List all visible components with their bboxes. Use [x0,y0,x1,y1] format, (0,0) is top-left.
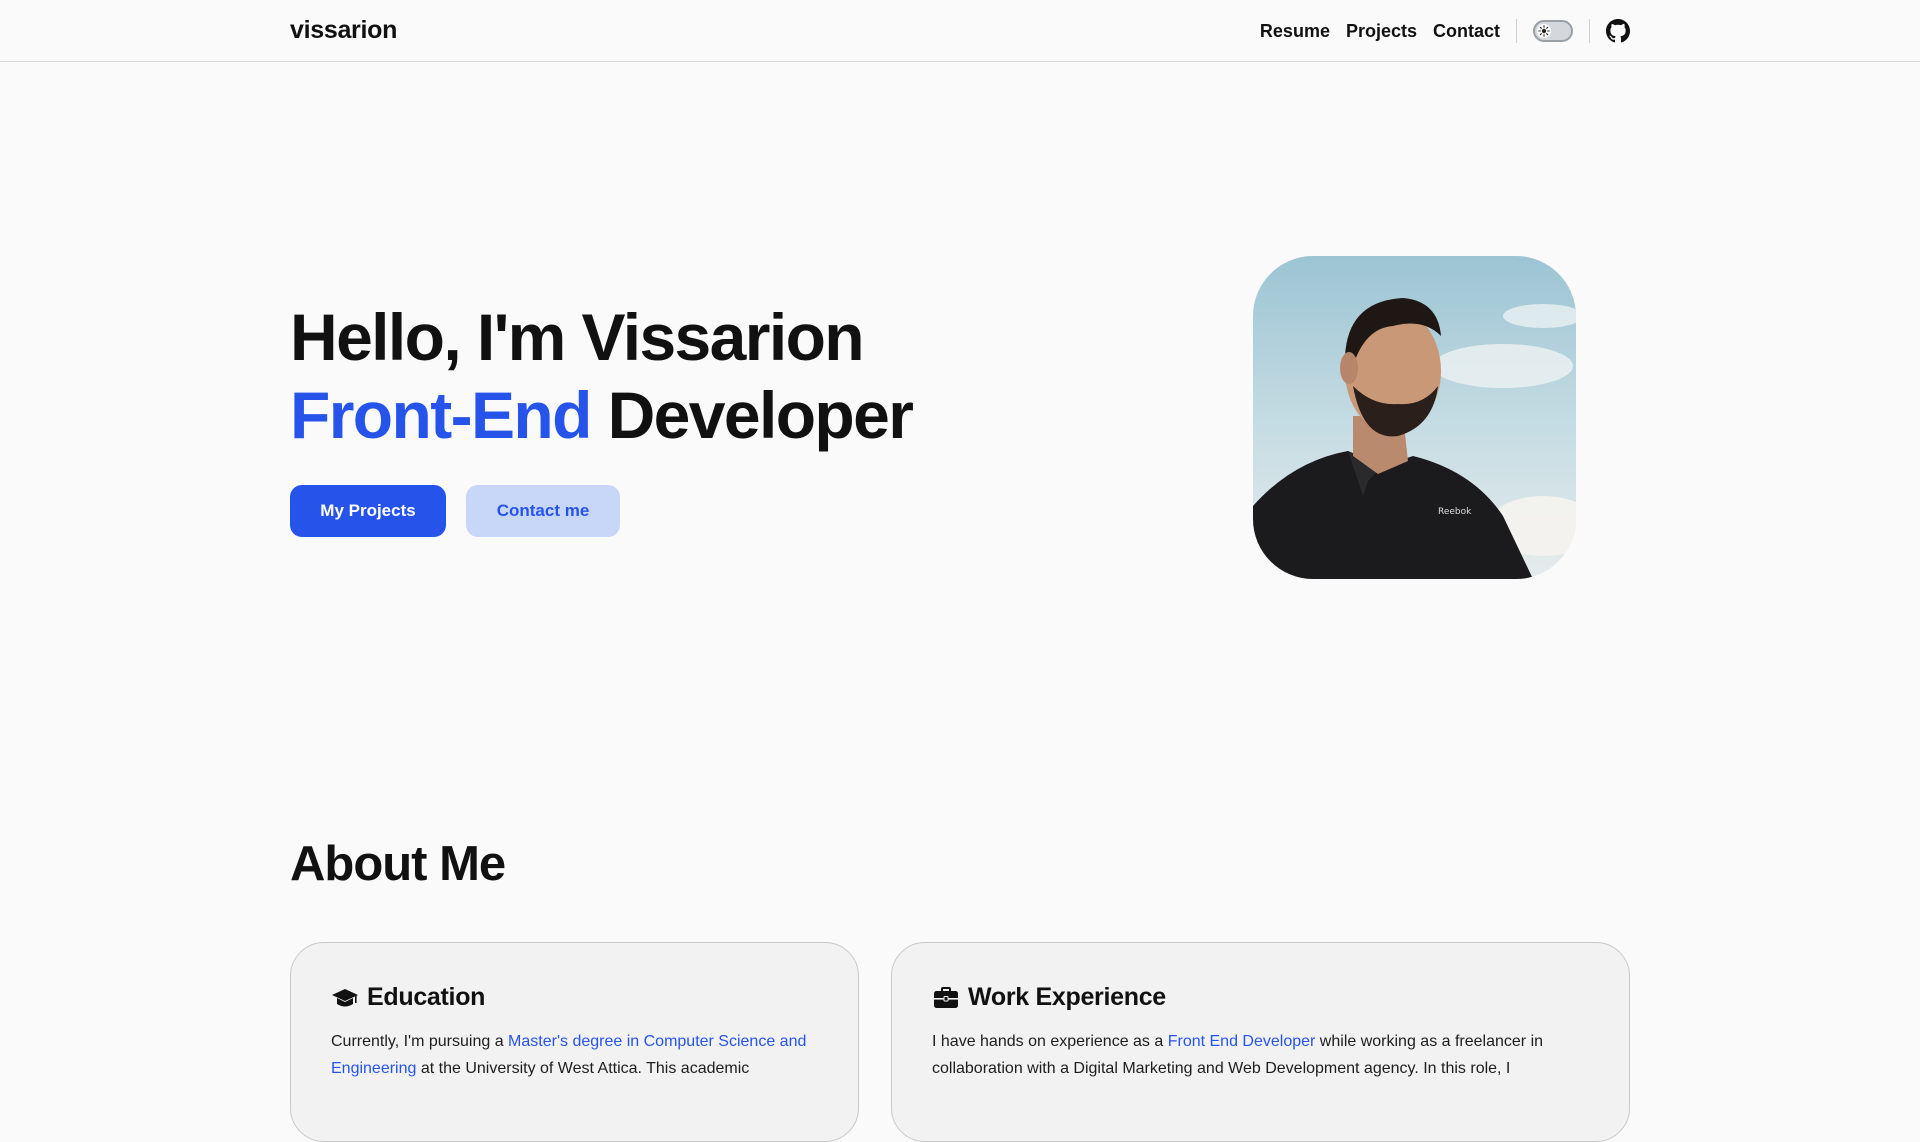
work-text-before: I have hands on experience as a [932,1033,1168,1050]
svg-text:Reebok: Reebok [1438,507,1472,517]
work-title: Work Experience [968,983,1166,1011]
education-card: Education Currently, I'm pursuing a Mast… [290,942,859,1142]
nav-divider [1516,19,1517,43]
brand-logo[interactable]: vissarion [290,16,397,45]
education-text-before: Currently, I'm pursuing a [331,1033,509,1050]
front-end-developer-link[interactable]: Front End Developer [1168,1033,1316,1050]
contact-me-button[interactable]: Contact me [466,485,620,537]
nav-divider [1589,19,1590,43]
briefcase-icon [934,986,958,1008]
site-header: vissarion Resume Projects Contact [0,0,1920,62]
education-title: Education [367,983,486,1011]
nav-contact[interactable]: Contact [1433,21,1500,42]
github-icon[interactable] [1606,19,1630,43]
graduation-cap-icon [332,988,358,1006]
hero-greeting: Hello, I'm Vissarion [290,300,865,374]
main-nav: Resume Projects Contact [1260,14,1630,48]
work-text: I have hands on experience as a Front En… [932,1028,1589,1082]
sun-icon [1537,24,1551,38]
hero-actions: My Projects Contact me [290,485,620,537]
education-text-after: at the University of West Attica. This a… [416,1060,750,1077]
education-text: Currently, I'm pursuing a Master's degre… [331,1028,818,1082]
nav-projects[interactable]: Projects [1346,21,1417,42]
about-heading: About Me [290,837,506,891]
nav-resume[interactable]: Resume [1260,21,1330,42]
work-experience-card: Work Experience I have hands on experien… [891,942,1630,1142]
hero-role-accent: Front-End [290,378,592,452]
work-card-header: Work Experience [932,983,1589,1012]
hero-role-rest: Developer [607,378,914,452]
profile-photo: Reebok [1253,256,1576,579]
education-card-header: Education [331,983,818,1012]
theme-toggle[interactable] [1533,20,1573,42]
my-projects-button[interactable]: My Projects [290,485,446,537]
hero-heading: Hello, I'm Vissarion Front-End Developer [290,298,914,454]
